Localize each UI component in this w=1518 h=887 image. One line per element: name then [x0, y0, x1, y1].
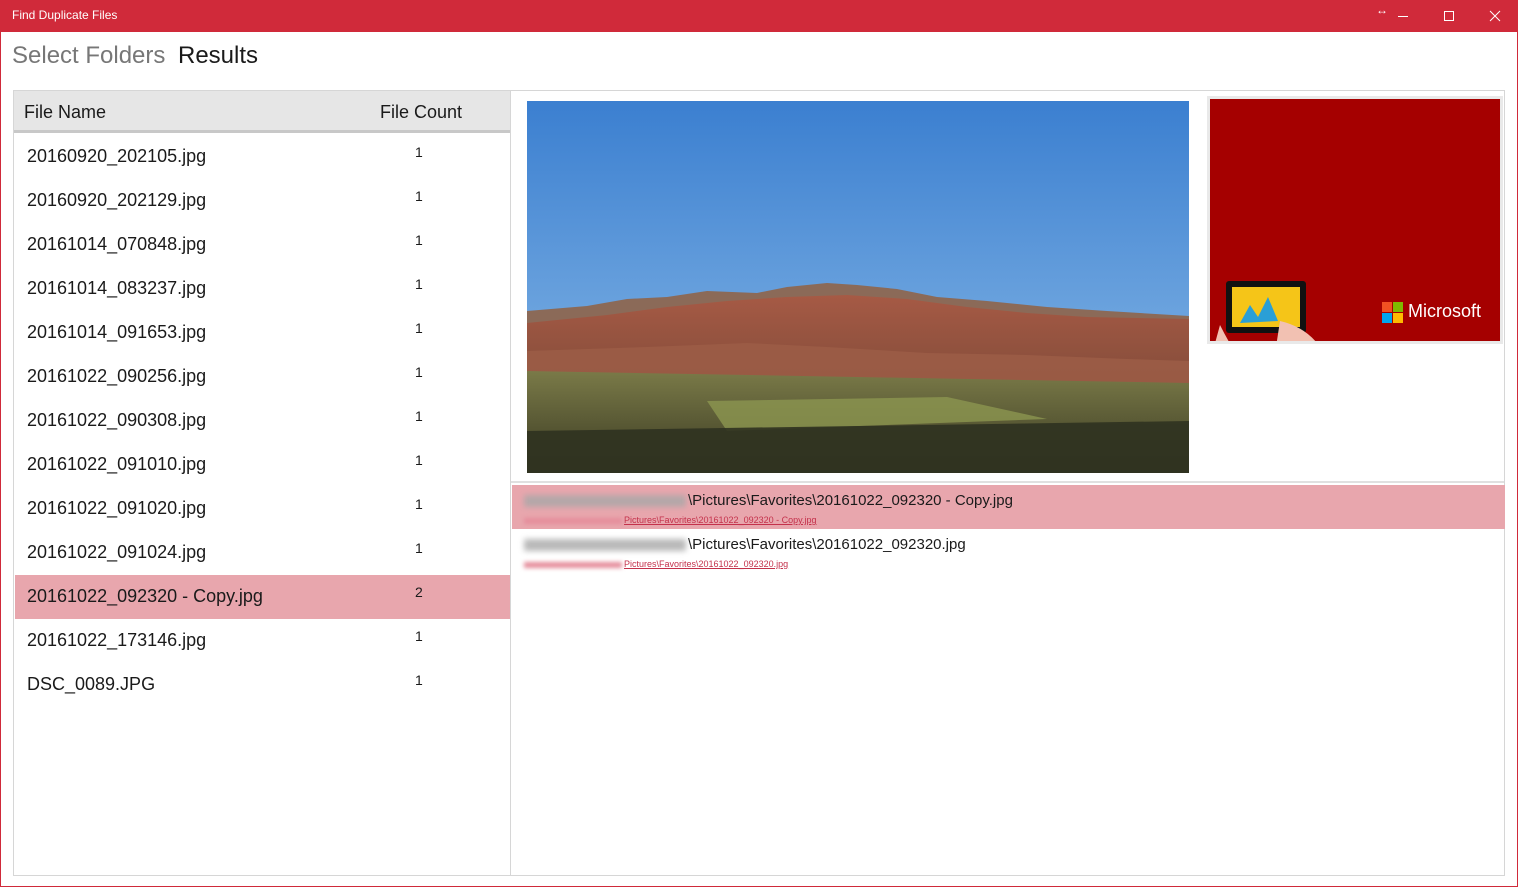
tab-results[interactable]: Results — [178, 42, 258, 70]
microsoft-logo-icon — [1382, 302, 1403, 323]
file-name: DSC_0089.JPG — [27, 674, 156, 694]
table-row-selected[interactable]: 20161022_092320 - Copy.jpg 2 — [15, 575, 510, 619]
table-row[interactable]: 20161022_091024.jpg 1 — [15, 531, 510, 575]
list-item[interactable]: \Pictures\Favorites\20161022_092320.jpg … — [512, 529, 1505, 573]
microsoft-wordmark: Microsoft — [1408, 301, 1482, 321]
file-path-link[interactable]: Pictures\Favorites\20161022_092320 - Cop… — [524, 515, 816, 525]
file-name: 20160920_202129.jpg — [27, 190, 207, 210]
landscape-photo-image — [527, 101, 1189, 473]
file-name: 20161014_091653.jpg — [27, 322, 207, 342]
file-count: 1 — [415, 408, 423, 424]
column-header-file-name[interactable]: File Name — [24, 102, 106, 123]
maximize-icon — [1444, 11, 1454, 21]
redacted-link-prefix — [524, 517, 622, 524]
file-list-header: File Name File Count — [14, 91, 511, 133]
file-name: 20161022_090308.jpg — [27, 410, 207, 430]
file-count: 1 — [415, 672, 423, 688]
file-name: 20161022_091020.jpg — [27, 498, 207, 518]
preview-area: Microsoft — [511, 91, 1504, 483]
file-path: \Pictures\Favorites\20161022_092320.jpg — [524, 536, 966, 553]
title-bar: Find Duplicate Files ↔ — [0, 0, 1518, 32]
file-path: \Pictures\Favorites\20161022_092320 - Co… — [524, 492, 1013, 509]
file-name: 20161022_092320 - Copy.jpg — [27, 586, 263, 606]
details-panel: Microsoft \Pictures\Favorites\20161022_0… — [510, 90, 1505, 876]
file-path-text: \Pictures\Favorites\20161022_092320.jpg — [688, 536, 966, 553]
file-name: 20161022_173146.jpg — [27, 630, 207, 650]
table-row[interactable]: 20161014_070848.jpg 1 — [15, 223, 510, 267]
file-count: 2 — [415, 584, 423, 600]
file-path-link-text: Pictures\Favorites\20161022_092320.jpg — [624, 559, 789, 569]
table-row[interactable]: 20160920_202129.jpg 1 — [15, 179, 510, 223]
minimize-button[interactable] — [1380, 0, 1426, 32]
file-name: 20161022_091010.jpg — [27, 454, 207, 474]
tab-select-folders[interactable]: Select Folders — [12, 42, 165, 70]
file-name: 20161022_091024.jpg — [27, 542, 207, 562]
file-count: 1 — [415, 232, 423, 248]
table-row[interactable]: 20161014_091653.jpg 1 — [15, 311, 510, 355]
file-count: 1 — [415, 628, 423, 644]
file-path-link[interactable]: Pictures\Favorites\20161022_092320.jpg — [524, 559, 788, 569]
file-count: 1 — [415, 188, 423, 204]
file-count: 1 — [415, 496, 423, 512]
file-name: 20161014_070848.jpg — [27, 234, 207, 254]
landscape-photo-thumbnail[interactable] — [527, 101, 1189, 473]
file-path-link-text: Pictures\Favorites\20161022_092320 - Cop… — [624, 515, 817, 525]
redacted-path-prefix — [524, 539, 686, 552]
window-title: Find Duplicate Files — [12, 8, 118, 22]
redacted-link-prefix — [524, 561, 622, 568]
table-row[interactable]: 20161022_091010.jpg 1 — [15, 443, 510, 487]
file-name: 20161022_090256.jpg — [27, 366, 207, 386]
close-button[interactable] — [1472, 0, 1518, 32]
table-row[interactable]: 20161022_090308.jpg 1 — [15, 399, 510, 443]
file-path-text: \Pictures\Favorites\20161022_092320 - Co… — [688, 492, 1013, 509]
list-item-selected[interactable]: \Pictures\Favorites\20161022_092320 - Co… — [512, 485, 1505, 529]
microsoft-image-thumbnail[interactable]: Microsoft — [1207, 96, 1503, 344]
table-row[interactable]: 20160920_202105.jpg 1 — [15, 135, 510, 179]
window-border — [0, 32, 1, 887]
table-row[interactable]: 20161022_090256.jpg 1 — [15, 355, 510, 399]
table-row[interactable]: 20161022_173146.jpg 1 — [15, 619, 510, 663]
file-count: 1 — [415, 144, 423, 160]
file-name: 20160920_202105.jpg — [27, 146, 207, 166]
duplicate-paths-list: \Pictures\Favorites\20161022_092320 - Co… — [512, 485, 1505, 573]
file-count: 1 — [415, 364, 423, 380]
maximize-button[interactable] — [1426, 0, 1472, 32]
file-name: 20161014_083237.jpg — [27, 278, 207, 298]
file-count: 1 — [415, 276, 423, 292]
close-icon — [1489, 10, 1501, 22]
file-list-rows: 20160920_202105.jpg 1 20160920_202129.jpg… — [15, 135, 510, 707]
column-header-file-count[interactable]: File Count — [380, 102, 462, 123]
file-count: 1 — [415, 320, 423, 336]
redacted-path-prefix — [524, 495, 686, 508]
table-row[interactable]: 20161022_091020.jpg 1 — [15, 487, 510, 531]
minimize-icon — [1398, 16, 1408, 17]
table-row[interactable]: 20161014_083237.jpg 1 — [15, 267, 510, 311]
file-count: 1 — [415, 452, 423, 468]
file-count: 1 — [415, 540, 423, 556]
file-list: File Name File Count 20160920_202105.jpg… — [13, 90, 511, 876]
table-row[interactable]: DSC_0089.JPG 1 — [15, 663, 510, 707]
